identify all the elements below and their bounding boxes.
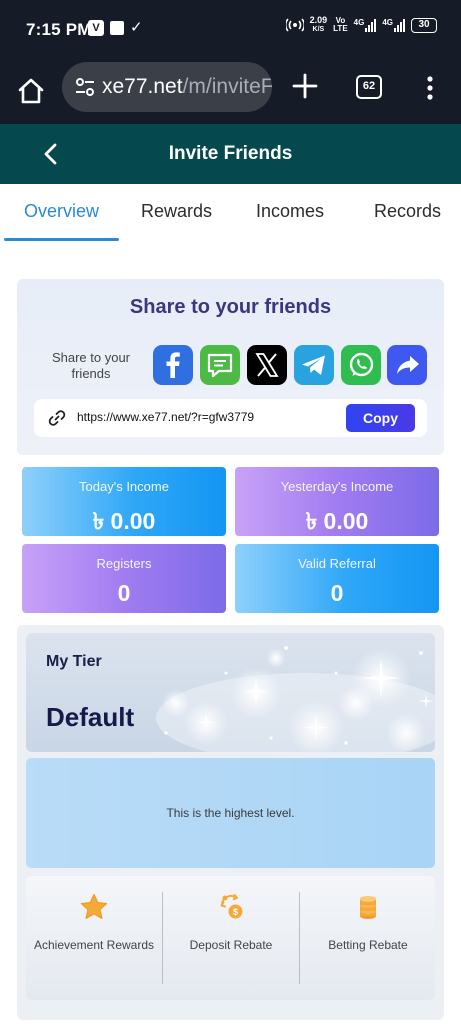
yesterday-income-value: ৳ 0.00: [305, 508, 369, 534]
message-icon: [200, 345, 240, 385]
signal-2: 4G: [382, 18, 405, 32]
x-icon: [247, 345, 287, 385]
link-icon: [48, 410, 66, 426]
tier-banner: My Tier Default: [26, 633, 435, 752]
today-income-card: Today's Income ৳ 0.00: [22, 467, 226, 536]
page-title: Invite Friends: [168, 143, 293, 164]
svg-text:$: $: [233, 907, 238, 917]
yesterday-income-label: Yesterday's Income: [280, 479, 394, 494]
share-arrow-icon: [387, 345, 427, 385]
vpn-notification-icon: V: [88, 20, 104, 36]
network-type-2: 4G: [382, 18, 393, 27]
registers-value: 0: [117, 580, 131, 606]
deposit-rebate-icon: $: [220, 894, 243, 919]
share-card: Share to your friends Share to your frie…: [17, 279, 444, 455]
sparkle-background: [156, 646, 435, 752]
status-right-icons: 2.09 K/S Vo LTE 4G 4G 30: [285, 16, 437, 34]
volte-indicator: Vo LTE: [333, 17, 348, 33]
whatsapp-share-button[interactable]: [341, 345, 381, 385]
download-done-icon: ✓: [130, 19, 143, 36]
site-settings-icon[interactable]: [74, 76, 96, 98]
more-menu-icon[interactable]: [420, 74, 440, 102]
telegram-share-button[interactable]: [294, 345, 334, 385]
square-notification-icon: [110, 21, 124, 35]
tier-info-panel: This is the highest level.: [26, 758, 435, 868]
whatsapp-icon: [341, 345, 381, 385]
star-icon: [80, 893, 108, 919]
share-label: Share to your friends: [51, 350, 131, 381]
registers-card: Registers 0: [22, 544, 226, 613]
signal-1: 4G: [354, 18, 377, 32]
url-path: /m/inviteF: [182, 75, 272, 98]
tab-records[interactable]: Records: [374, 201, 441, 222]
tab-overview[interactable]: Overview: [24, 201, 99, 222]
tier-name: Default: [46, 702, 135, 732]
battery-icon: 30: [411, 17, 437, 33]
tab-switcher-button[interactable]: 62: [356, 75, 382, 99]
valid-referral-label: Valid Referral: [298, 556, 376, 571]
status-time: 7:15 PM: [26, 20, 92, 39]
more-share-button[interactable]: [387, 345, 427, 385]
tab-rewards[interactable]: Rewards: [141, 201, 212, 222]
speed-value: 2.09: [309, 15, 328, 25]
status-bar: 7:15 PM V ✓ 2.09 K/S Vo LTE 4G 4G 30: [0, 0, 461, 60]
copy-button[interactable]: Copy: [346, 404, 415, 432]
browser-toolbar: xe77.net/m/inviteF 62: [0, 60, 461, 124]
today-income-value: ৳ 0.00: [92, 508, 156, 534]
signal-bars-icon: [394, 18, 405, 32]
registers-label: Registers: [96, 556, 152, 571]
telegram-icon: [294, 345, 334, 385]
betting-rebate-label: Betting Rebate: [328, 938, 408, 952]
x-share-button[interactable]: [247, 345, 287, 385]
speed-unit: K/S: [312, 26, 325, 33]
volte-bottom: LTE: [333, 24, 348, 33]
tab-bar: Overview Rewards Incomes Records: [0, 184, 461, 242]
network-speed: 2.09 K/S: [310, 16, 328, 34]
referral-link: https://www.xe77.net/?r=gfw3779: [77, 410, 255, 424]
address-bar[interactable]: xe77.net/m/inviteF: [62, 62, 272, 112]
tier-card: My Tier Default This is the highest leve…: [17, 625, 444, 1020]
new-tab-icon[interactable]: [291, 72, 319, 100]
deposit-rebate-label: Deposit Rebate: [189, 938, 273, 952]
yesterday-income-card: Yesterday's Income ৳ 0.00: [235, 467, 439, 536]
betting-rebate-item[interactable]: Betting Rebate: [300, 876, 436, 1000]
facebook-share-button[interactable]: [153, 345, 193, 385]
url-domain: xe77.net: [102, 75, 183, 98]
share-title: Share to your friends: [129, 296, 332, 318]
tab-incomes[interactable]: Incomes: [256, 201, 324, 222]
tier-heading: My Tier: [46, 653, 102, 670]
coin-stack-icon: [360, 896, 376, 919]
achievement-rewards-label: Achievement Rewards: [33, 938, 155, 952]
home-icon[interactable]: [16, 76, 46, 106]
notification-icons: V ✓: [88, 20, 143, 36]
url-text: xe77.net/m/inviteF: [102, 75, 272, 99]
valid-referral-card: Valid Referral 0: [235, 544, 439, 613]
achievement-rewards-item[interactable]: Achievement Rewards: [26, 876, 162, 1000]
today-income-label: Today's Income: [79, 479, 169, 494]
message-share-button[interactable]: [200, 345, 240, 385]
tier-info-text: This is the highest level.: [166, 806, 295, 820]
app-header: Invite Friends: [0, 124, 461, 184]
valid-referral-value: 0: [330, 580, 344, 606]
network-type-1: 4G: [353, 18, 365, 27]
deposit-rebate-item[interactable]: $ Deposit Rebate: [163, 876, 299, 1000]
active-tab-indicator: [4, 238, 119, 241]
facebook-icon: [153, 345, 193, 385]
signal-bars-icon: [365, 18, 377, 32]
referral-link-box: https://www.xe77.net/?r=gfw3779 Copy: [34, 399, 427, 437]
hotspot-icon: [285, 18, 304, 32]
tier-benefits: Achievement Rewards $ Deposit Rebate Bet…: [26, 876, 435, 1000]
